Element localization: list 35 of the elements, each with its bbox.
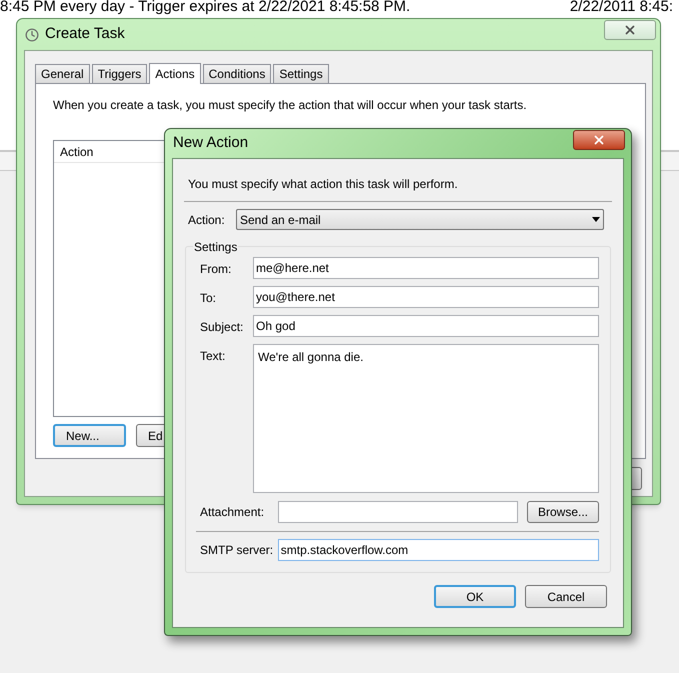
close-button[interactable] — [604, 20, 656, 40]
close-icon — [592, 133, 606, 147]
field-label: Text: — [200, 348, 226, 365]
description-text: You must specify what action this task will perform. — [188, 176, 459, 193]
status-text: 8:45 PM every day - Trigger expires at 2/22/2021 8:45:58 PM. — [0, 0, 410, 16]
description-text: When you create a task, you must specify the action that will occur when your task starts. — [53, 97, 528, 114]
input-field[interactable]: smtp.stackoverflow.com — [278, 539, 599, 561]
tab[interactable]: Actions — [149, 63, 201, 84]
field-label: Subject: — [200, 319, 244, 336]
field-label: Action: — [188, 212, 226, 228]
tab[interactable]: General — [35, 64, 90, 83]
action-dropdown[interactable]: Send an e-mail — [236, 209, 604, 230]
input-field[interactable]: you@there.net — [253, 286, 599, 308]
input-field[interactable] — [278, 501, 518, 523]
dialog-button[interactable]: New... — [53, 424, 126, 447]
field-label: SMTP server: — [200, 542, 274, 559]
dialog-button[interactable]: OK — [434, 585, 516, 608]
field-label: To: — [200, 290, 218, 307]
field-label: Attachment: — [200, 504, 266, 521]
text-area[interactable]: We're all gonna die. — [253, 344, 599, 493]
field-label: From: — [200, 261, 232, 278]
close-button[interactable] — [573, 130, 625, 150]
input-field[interactable]: Oh god — [253, 315, 599, 337]
tab[interactable]: Conditions — [202, 64, 272, 83]
tab[interactable]: Settings — [273, 64, 329, 83]
input-field[interactable]: me@here.net — [253, 257, 599, 279]
close-icon — [623, 23, 637, 37]
browse-button[interactable]: Browse... — [527, 501, 599, 523]
dialog-title: New Action — [173, 133, 248, 154]
tab[interactable]: Triggers — [92, 64, 148, 83]
date-text: 2/22/2011 8:45: — [570, 0, 673, 16]
window-title: Create Task — [45, 24, 125, 44]
dropdown-arrow-icon — [592, 217, 600, 222]
clock-icon — [25, 28, 39, 42]
dialog-button[interactable]: Cancel — [525, 585, 607, 608]
